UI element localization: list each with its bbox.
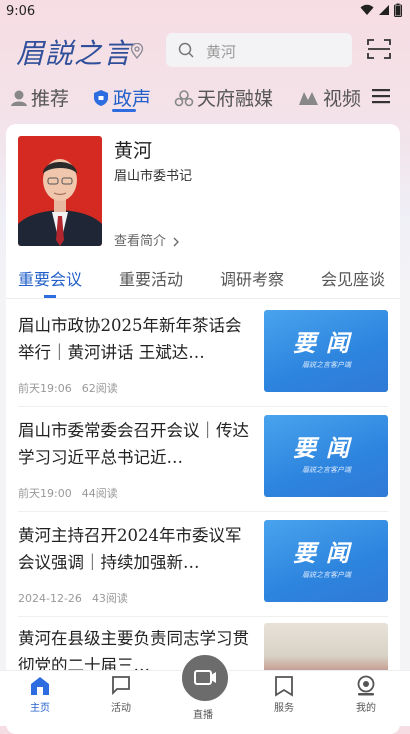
- channel-tianfu[interactable]: 天府融媒: [174, 84, 273, 111]
- search-placeholder: 黄河: [206, 43, 237, 61]
- news-reads: 43阅读: [91, 592, 128, 605]
- tab-label: 主页: [30, 703, 50, 714]
- news-thumbnail: 要闻 眉説之言客户端: [264, 415, 388, 497]
- signal-icon: [379, 5, 389, 15]
- news-reads: 62阅读: [81, 382, 118, 395]
- search-box[interactable]: 黄河: [166, 33, 352, 67]
- home-icon: [31, 677, 49, 695]
- channel-label: 推荐: [31, 88, 70, 110]
- tab-live-label[interactable]: 直播: [183, 706, 223, 721]
- thumb-title: 要闻: [293, 435, 359, 462]
- video-logo-icon: [299, 91, 318, 105]
- news-meta: 2024-12-26 43阅读: [18, 590, 138, 606]
- tab-label: 活动: [111, 703, 131, 714]
- gear-cluster-icon: [174, 89, 194, 106]
- tabs-divider: [6, 298, 400, 299]
- news-meta: 前天19:00 44阅读: [18, 485, 128, 501]
- view-profile-label: 查看简介: [114, 234, 167, 249]
- chevron-right-icon: [173, 237, 180, 246]
- tab-home[interactable]: 主页: [10, 675, 70, 714]
- news-time: 2024-12-26: [18, 592, 82, 605]
- app-header: 眉説之言 黄河: [0, 26, 410, 76]
- wifi-icon: [360, 4, 374, 15]
- channel-video[interactable]: 视频: [298, 84, 361, 111]
- tab-label: 服务: [274, 703, 294, 714]
- video-camera-icon: [194, 670, 216, 685]
- view-profile-link[interactable]: 查看简介: [114, 230, 180, 249]
- thumb-title: 要闻: [293, 330, 359, 357]
- scan-icon[interactable]: [367, 38, 391, 60]
- news-time: 前天19:06: [18, 382, 72, 395]
- channel-label: 天府融媒: [197, 88, 274, 110]
- profile-title: 眉山市委书记: [114, 169, 193, 184]
- news-item[interactable]: 眉山市政协2025年新年茶话会举行｜黄河讲话 王斌达… 前天19:06 62阅读 …: [18, 310, 388, 414]
- sub-tabs: 重要会议 重要活动 调研考察 会见座谈: [6, 258, 400, 298]
- channel-label: 视频: [323, 88, 362, 110]
- live-button[interactable]: [180, 653, 230, 703]
- flag-icon: [112, 676, 130, 696]
- news-title: 眉山市政协2025年新年茶话会举行｜黄河讲话 王斌达…: [18, 316, 242, 362]
- thumb-subtitle: 眉説之言客户端: [302, 361, 351, 369]
- battery-icon: [394, 3, 402, 17]
- portrait-image: [18, 136, 102, 246]
- news-divider: [18, 616, 388, 617]
- tab-inspection[interactable]: 调研考察: [220, 266, 284, 290]
- news-item[interactable]: 黄河主持召开2024年市委议军会议强调｜持续加强新… 2024-12-26 43阅…: [18, 520, 388, 624]
- channel-active-indicator: [112, 109, 136, 112]
- thumb-subtitle: 眉説之言客户端: [302, 571, 351, 579]
- menu-icon[interactable]: [372, 88, 390, 104]
- tab-activities[interactable]: 活动: [91, 675, 151, 714]
- profile-portrait[interactable]: [18, 136, 102, 246]
- user-icon: [357, 675, 375, 696]
- shield-icon: [94, 89, 108, 106]
- bookmark-icon: [275, 676, 293, 697]
- channel-label: 政声: [113, 88, 152, 110]
- news-item[interactable]: 眉山市委常委会召开会议｜传达学习习近平总书记近… 前天19:00 44阅读 要闻 …: [18, 415, 388, 519]
- channel-zhengsheng[interactable]: 政声: [92, 84, 151, 111]
- news-reads: 44阅读: [81, 487, 118, 500]
- thumb-title: 要闻: [293, 540, 359, 567]
- status-bar: 9:06: [0, 0, 410, 24]
- status-icons: [360, 3, 402, 17]
- news-divider: [18, 511, 388, 512]
- person-icon: [11, 90, 27, 106]
- tab-services[interactable]: 服务: [254, 675, 314, 714]
- tab-me[interactable]: 我的: [336, 675, 396, 714]
- tab-label: 我的: [356, 703, 376, 714]
- profile-name: 黄河: [114, 140, 153, 162]
- news-thumbnail: 要闻 眉説之言客户端: [264, 520, 388, 602]
- app-logo: 眉説之言: [16, 37, 133, 70]
- news-meta: 前天19:06 62阅读: [18, 380, 128, 396]
- content-card: 黄河 眉山市委书记 查看简介 重要会议 重要活动 调研考察 会见座谈 眉山市政协…: [6, 124, 400, 734]
- news-thumbnail: 要闻 眉説之言客户端: [264, 310, 388, 392]
- tab-meetings-talks[interactable]: 会见座谈: [321, 266, 385, 290]
- news-title: 黄河主持召开2024年市委议军会议强调｜持续加强新…: [18, 526, 242, 572]
- channel-recommend[interactable]: 推荐: [10, 84, 69, 111]
- news-title: 眉山市委常委会召开会议｜传达学习习近平总书记近…: [18, 421, 249, 467]
- location-pin-icon[interactable]: [130, 43, 144, 59]
- news-divider: [18, 406, 388, 407]
- search-icon: [178, 42, 194, 58]
- news-time: 前天19:00: [18, 487, 72, 500]
- tab-important-meetings[interactable]: 重要会议: [18, 266, 82, 290]
- status-time: 9:06: [6, 4, 36, 19]
- tab-important-activities[interactable]: 重要活动: [119, 266, 183, 290]
- channel-nav: 推荐 政声 天府融媒 视频: [0, 80, 410, 116]
- thumb-subtitle: 眉説之言客户端: [302, 466, 351, 474]
